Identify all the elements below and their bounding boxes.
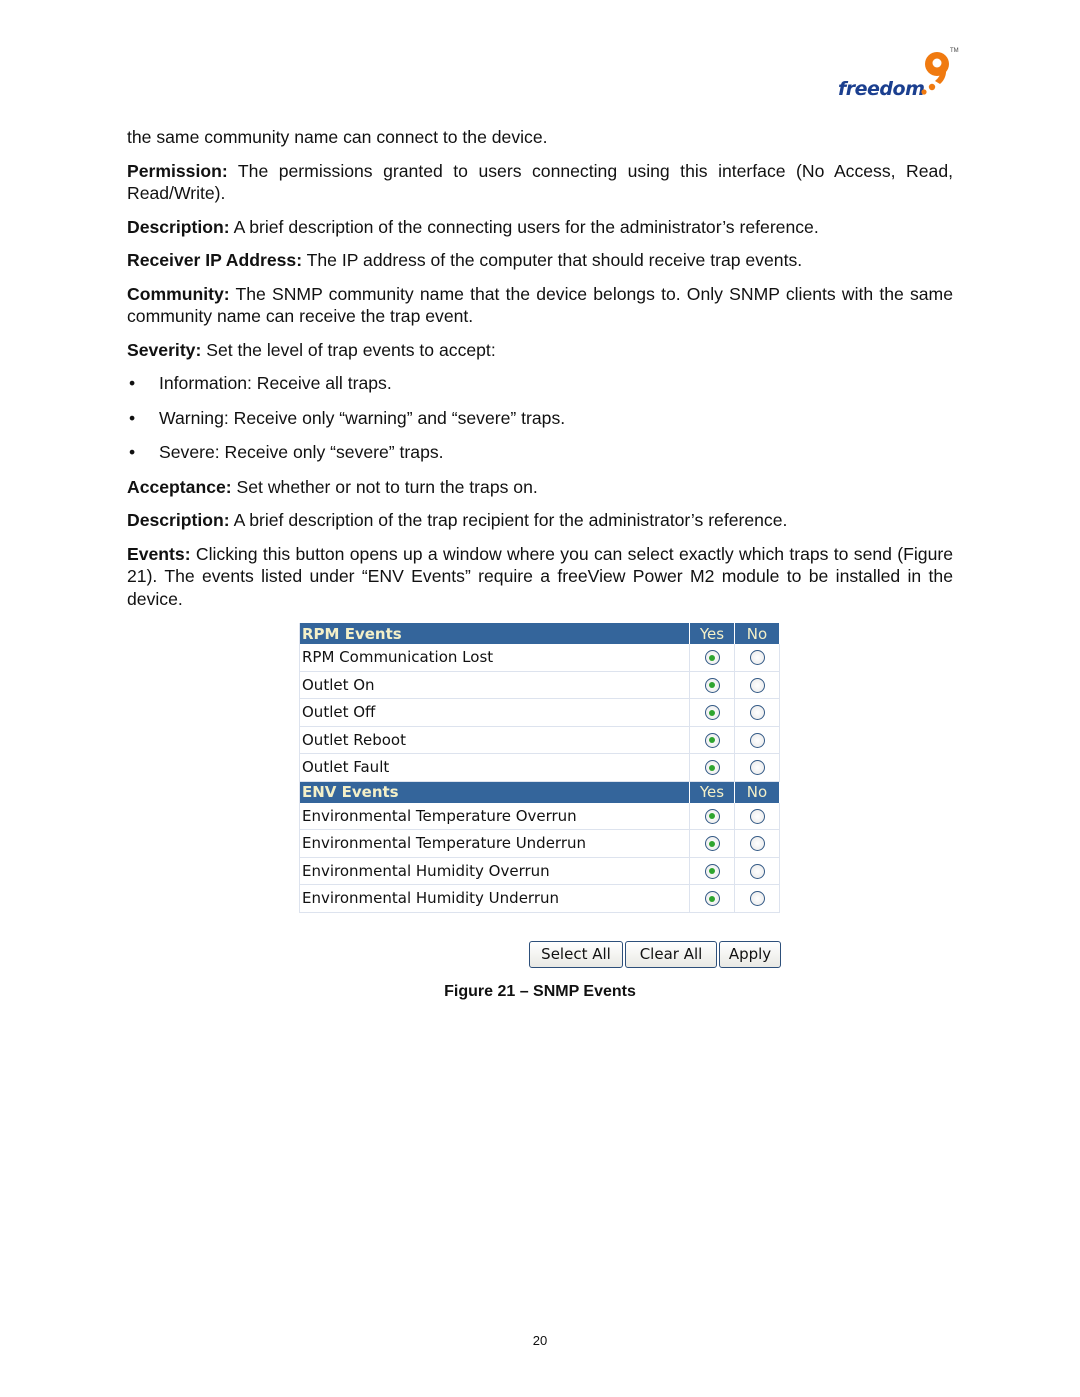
logo-wordmark: freedom: [838, 78, 925, 100]
list-item: • Severe: Receive only “severe” traps.: [127, 441, 953, 464]
list-item: • Information: Receive all traps.: [127, 372, 953, 395]
yes-radio[interactable]: [704, 891, 720, 907]
yes-radio[interactable]: [704, 808, 720, 824]
section-header-env: ENV Events Yes No: [299, 781, 780, 803]
yes-radio[interactable]: [704, 677, 720, 693]
event-label: Environmental Temperature Overrun: [299, 802, 690, 830]
event-label: Environmental Temperature Underrun: [299, 830, 690, 858]
definition-text: The permissions granted to users connect…: [127, 160, 953, 204]
yes-radio[interactable]: [704, 650, 720, 666]
event-row: RPM Communication Lost: [299, 644, 780, 672]
section-title: RPM Events: [299, 623, 690, 644]
yes-column-header: Yes: [690, 781, 735, 803]
bullet-icon: •: [129, 373, 136, 393]
definition-community: Community: The SNMP community name that …: [127, 283, 953, 328]
term: Acceptance:: [127, 476, 232, 497]
definition-text: Clicking this button opens up a window w…: [127, 543, 953, 609]
no-radio[interactable]: [749, 836, 765, 852]
bullet-icon: •: [129, 442, 136, 462]
event-row: Environmental Humidity Underrun: [299, 885, 780, 913]
no-column-header: No: [735, 623, 780, 644]
definition-severity: Severity: Set the level of trap events t…: [127, 339, 953, 362]
body-text: the same community name can connect to t…: [127, 126, 953, 621]
list-item-text: Warning: Receive only “warning” and “sev…: [159, 407, 566, 428]
list-item: • Warning: Receive only “warning” and “se…: [127, 407, 953, 430]
list-item-text: Information: Receive all traps.: [159, 373, 392, 393]
term: Severity:: [127, 339, 202, 360]
event-row: Outlet On: [299, 671, 780, 699]
section-title: ENV Events: [299, 781, 690, 803]
definition-acceptance: Acceptance: Set whether or not to turn t…: [127, 476, 953, 499]
page-number: 20: [532, 1333, 548, 1348]
definition-text: A brief description of the connecting us…: [229, 216, 819, 237]
event-row: Environmental Humidity Overrun: [299, 857, 780, 885]
no-radio[interactable]: [749, 808, 765, 824]
event-row: Environmental Temperature Underrun: [299, 830, 780, 858]
no-radio[interactable]: [749, 705, 765, 721]
term: Receiver IP Address:: [127, 250, 303, 270]
events-table: RPM Events Yes No RPM Communication Lost…: [299, 623, 780, 913]
no-radio[interactable]: [749, 732, 765, 748]
snmp-events-figure: RPM Events Yes No RPM Communication Lost…: [299, 623, 781, 968]
figure-caption: Figure 21 – SNMP Events: [444, 983, 636, 1000]
button-bar: Select All Clear All Apply: [299, 940, 781, 968]
definition-text: A brief description of the trap recipien…: [229, 510, 788, 530]
yes-radio[interactable]: [704, 760, 720, 776]
definition-description: Description: A brief description of the …: [127, 216, 953, 239]
definition-text: The SNMP community name that the device …: [127, 283, 953, 327]
freedom9-logo: freedom TM: [836, 48, 961, 114]
event-row: Environmental Temperature Overrun: [299, 802, 780, 830]
yes-radio[interactable]: [704, 836, 720, 852]
apply-button[interactable]: Apply: [719, 940, 781, 968]
event-row: Outlet Fault: [299, 754, 780, 782]
continuation-text: the same community name can connect to t…: [127, 127, 548, 147]
term: Description:: [127, 510, 230, 530]
definition-events: Events: Clicking this button opens up a …: [127, 543, 953, 611]
definition-permission: Permission: The permissions granted to u…: [127, 160, 953, 205]
logo-nine-mark-icon: [921, 52, 949, 95]
yes-radio[interactable]: [704, 863, 720, 879]
select-all-button[interactable]: Select All: [529, 940, 623, 968]
event-label: Environmental Humidity Underrun: [299, 885, 690, 913]
event-label: Environmental Humidity Overrun: [299, 857, 690, 885]
yes-radio[interactable]: [704, 732, 720, 748]
definition-text: Set whether or not to turn the traps on.: [231, 476, 538, 497]
term: Community:: [127, 283, 230, 304]
no-radio[interactable]: [749, 760, 765, 776]
definition-receiver-ip: Receiver IP Address: The IP address of t…: [127, 249, 953, 272]
event-label: Outlet Off: [299, 699, 690, 727]
clear-all-button[interactable]: Clear All: [625, 940, 717, 968]
event-row: Outlet Reboot: [299, 726, 780, 754]
event-label: Outlet On: [299, 671, 690, 699]
severity-list: • Information: Receive all traps. • Warnin…: [127, 372, 953, 464]
yes-radio[interactable]: [704, 705, 720, 721]
event-label: Outlet Fault: [299, 754, 690, 782]
no-radio[interactable]: [749, 677, 765, 693]
no-column-header: No: [735, 781, 780, 803]
definition-trap-description: Description: A brief description of the …: [127, 509, 953, 532]
no-radio[interactable]: [749, 863, 765, 879]
yes-column-header: Yes: [690, 623, 735, 644]
no-radio[interactable]: [749, 650, 765, 666]
event-label: RPM Communication Lost: [299, 644, 690, 672]
term: Description:: [127, 216, 230, 237]
event-row: Outlet Off: [299, 699, 780, 727]
no-radio[interactable]: [749, 891, 765, 907]
term: Permission:: [127, 160, 228, 181]
list-item-text: Severe: Receive only “severe” traps.: [159, 442, 444, 462]
logo-trademark: TM: [950, 48, 959, 54]
definition-text: The IP address of the computer that shou…: [302, 250, 803, 270]
section-header-rpm: RPM Events Yes No: [299, 623, 780, 644]
definition-text: Set the level of trap events to accept:: [201, 339, 496, 360]
event-label: Outlet Reboot: [299, 726, 690, 754]
term: Events:: [127, 543, 191, 564]
bullet-icon: •: [129, 407, 136, 428]
